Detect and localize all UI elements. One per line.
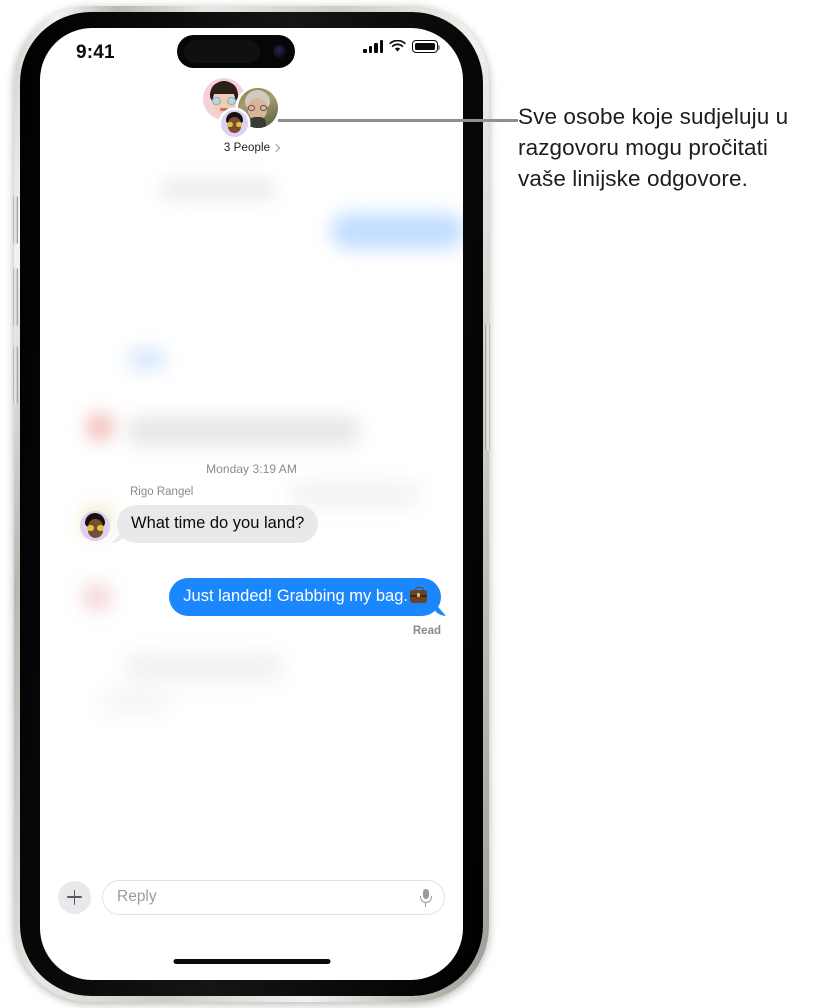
front-camera-icon [273, 45, 286, 58]
participants-button[interactable]: 3 People [223, 142, 281, 154]
message-timestamp: Monday 3:19 AM [206, 462, 297, 476]
avatar-memoji-purple[interactable] [220, 110, 248, 137]
received-message-bubble[interactable]: What time do you land? [117, 505, 319, 543]
plus-icon[interactable] [58, 880, 91, 914]
received-message-row: What time do you land? [80, 505, 319, 543]
island-pill [184, 40, 260, 63]
callout-text: Sve osobe koje sudjeluju u razgovoru mog… [518, 104, 789, 191]
dynamic-island [177, 35, 295, 68]
sent-message-bubble[interactable]: Just landed! Grabbing my bag. [169, 578, 441, 616]
read-receipt: Read [412, 625, 441, 637]
callout-leader-line [278, 119, 518, 122]
avatar-memoji-purple-small[interactable] [80, 511, 110, 541]
microphone-icon[interactable] [419, 888, 432, 908]
status-bar: 9:41 [40, 28, 463, 84]
volume-down-button[interactable] [13, 346, 18, 404]
chevron-right-icon [271, 143, 281, 152]
battery-icon [412, 40, 441, 53]
cellular-signal-icon [363, 40, 383, 53]
wifi-icon [389, 40, 406, 52]
sent-message-row: Just landed! Grabbing my bag. [169, 578, 441, 616]
status-indicators [363, 40, 441, 53]
volume-up-button[interactable] [13, 268, 18, 326]
briefcase-emoji [410, 587, 427, 603]
reply-input[interactable]: Reply [102, 879, 445, 915]
power-button[interactable] [485, 324, 490, 450]
device-screen: 9:41 3 People Monday 3:19 AM Rigo Rangel… [40, 28, 463, 980]
status-time: 9:41 [76, 42, 115, 63]
participants-label: 3 People [223, 142, 271, 154]
page-root: 9:41 3 People Monday 3:19 AM Rigo Rangel… [0, 0, 814, 1008]
action-button[interactable] [13, 196, 18, 244]
sent-message-text: Just landed! Grabbing my bag. [183, 587, 408, 605]
reply-placeholder: Reply [117, 888, 157, 905]
participant-avatars[interactable] [197, 78, 307, 138]
iphone-device: 9:41 3 People Monday 3:19 AM Rigo Rangel… [13, 6, 490, 1002]
message-list: Monday 3:19 AM Rigo Rangel What time do … [40, 28, 463, 980]
message-input-bar: Reply [40, 870, 463, 924]
message-sender-name: Rigo Rangel [130, 486, 194, 498]
conversation-header[interactable]: 3 People [40, 78, 463, 154]
home-indicator[interactable] [173, 958, 330, 964]
